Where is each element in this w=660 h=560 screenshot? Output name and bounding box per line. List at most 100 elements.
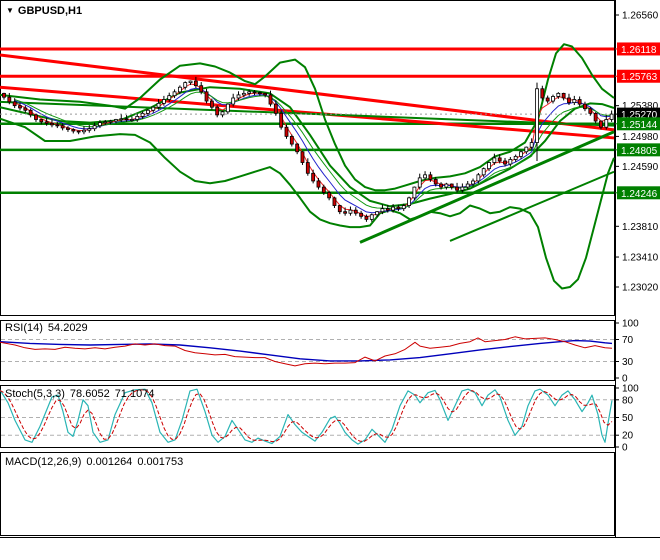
candle-body [385, 208, 390, 211]
candle-body [487, 162, 491, 170]
symbol-label[interactable]: ▼ GBPUSD,H1 [6, 5, 82, 17]
candle-body [508, 159, 513, 165]
candle-body [348, 209, 353, 214]
candle-body [343, 211, 348, 214]
price-tick-label: 1.24590 [622, 162, 659, 173]
candle-body [460, 186, 465, 191]
stoch-tick-label: 80 [622, 395, 634, 406]
candle-body [124, 118, 129, 121]
candle-body [225, 103, 230, 113]
candle-body [28, 109, 33, 116]
candle-body [82, 129, 86, 133]
candle-body [284, 126, 289, 137]
candle-body [444, 183, 449, 188]
candle-body [609, 113, 614, 120]
candle-body [476, 174, 481, 182]
stoch-tick-label: 100 [622, 384, 639, 395]
candle-body [529, 142, 534, 148]
candle-body [236, 94, 241, 99]
candle-body [497, 157, 502, 162]
candle-body [252, 91, 257, 94]
candle-body [599, 120, 603, 128]
candle-body [593, 112, 598, 122]
candle-body [76, 130, 81, 133]
candle-body [263, 92, 268, 96]
candle-body [92, 125, 97, 130]
candle-body [588, 108, 593, 114]
candle-body [321, 186, 326, 193]
stoch-tick-label: 0 [622, 443, 628, 454]
candle-body [577, 99, 582, 105]
candle-body [199, 85, 204, 93]
candle-body [300, 151, 305, 163]
price-tick-label: 1.23020 [622, 282, 659, 293]
candle-body [71, 129, 76, 132]
candle-body [140, 112, 145, 117]
macd-name: MACD(12,26,9) [5, 456, 82, 468]
price-tick-label: 1.24980 [622, 132, 659, 143]
candle-body [417, 177, 422, 188]
candle-body [55, 124, 60, 127]
candle-body [428, 174, 433, 180]
candle-body [556, 92, 561, 97]
candle-body [177, 86, 182, 93]
candle-body [18, 105, 22, 109]
candle-body [465, 183, 470, 188]
rsi-name: RSI(14) [5, 322, 43, 334]
candle-body [359, 212, 364, 217]
candle-body [114, 119, 118, 122]
candle-body [7, 96, 12, 103]
candle-body [332, 197, 337, 206]
candle-body [98, 122, 102, 127]
candle-body [423, 174, 427, 179]
price-tick-label: 1.23810 [622, 222, 659, 233]
candle-body [369, 214, 374, 220]
price-label-text: 1.24246 [621, 189, 658, 200]
price-label-text: 1.26118 [621, 45, 657, 56]
candle-body [455, 186, 459, 191]
candle-body [407, 197, 411, 206]
candle-body [279, 112, 284, 128]
candle-body [316, 180, 321, 188]
candle-body [156, 102, 161, 108]
candle-body [567, 97, 571, 103]
candle-body [305, 162, 310, 174]
trading-terminal-window: 1.26560 1.25380 1.24980 1.24590 1.23810 1.234… [0, 0, 660, 560]
candle-body [119, 118, 124, 121]
candle-body [375, 211, 380, 216]
candle-body [337, 205, 342, 213]
rsi-tick-label: 70 [622, 335, 634, 346]
stoch-name: Stoch(5,3,3) [5, 388, 65, 400]
price-chart-canvas[interactable]: 1.265601.253801.249801.245901.238101.234… [0, 0, 660, 560]
candle-body [60, 125, 65, 129]
candle-body [492, 157, 497, 163]
candle-body [34, 114, 38, 120]
candle-body [108, 120, 113, 123]
candle-body [540, 88, 545, 99]
candle-body [50, 122, 54, 126]
candle-body [524, 146, 529, 153]
candle-body [2, 92, 6, 98]
candle-body [289, 135, 294, 145]
candle-body [257, 92, 262, 95]
candle-body [183, 82, 188, 88]
candle-body [545, 97, 550, 102]
candle-body [439, 183, 443, 188]
chevron-down-icon[interactable]: ▼ [6, 6, 14, 15]
candle-body [151, 106, 156, 111]
candle-body [391, 206, 395, 211]
candle-body [583, 103, 587, 110]
stoch-value-1: 78.6052 [69, 388, 110, 400]
macd-indicator-label: MACD(12,26,9) 0.001264 0.001753 [5, 456, 188, 468]
candle-body [268, 94, 273, 105]
candle-body [481, 168, 486, 176]
candle-body [401, 205, 406, 210]
candle-body [215, 106, 220, 116]
candle-body [503, 160, 507, 165]
candle-body [295, 143, 300, 153]
candle-body [353, 209, 358, 214]
candle-body [39, 119, 44, 123]
candle-body [204, 91, 209, 102]
candle-body [604, 119, 609, 128]
stoch-tick-label: 50 [622, 413, 634, 424]
